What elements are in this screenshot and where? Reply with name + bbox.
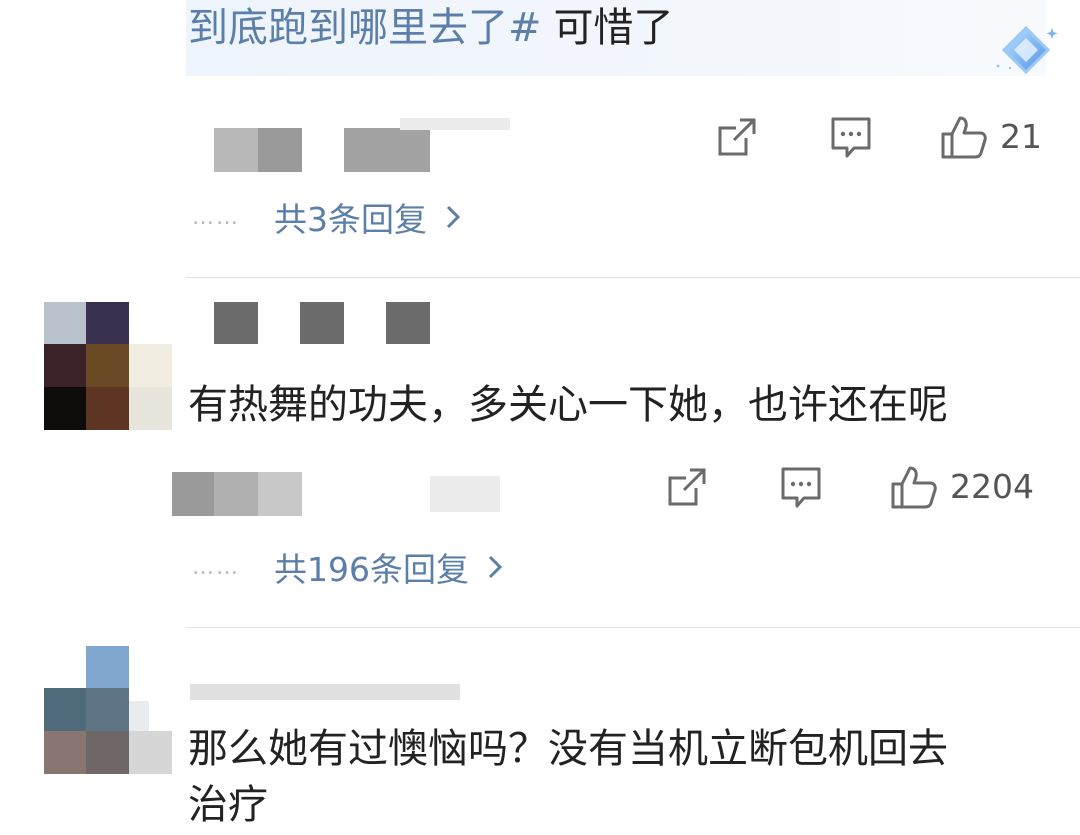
author-name-mosaic [190,684,460,700]
comment-divider [186,627,1080,628]
replies-label: 共3条回复 [274,200,427,239]
view-replies-link[interactable]: …… 共196条回复 [192,543,503,591]
replies-dots: …… [192,204,240,230]
share-button[interactable] [666,466,708,508]
like-count: 21 [1000,117,1042,156]
comment-button[interactable] [780,466,822,510]
comment-text: 有热舞的功夫，多关心一下她，也许还在呢 [188,382,948,428]
author-name-mosaic [214,302,258,344]
comment-icon [781,467,821,508]
share-button[interactable] [716,116,758,158]
comment-text-rest: 可惜了 [553,5,674,51]
diamond-badge-icon [996,25,1058,75]
comment-meta-mosaic [172,472,214,516]
comment-meta-mosaic [214,472,258,516]
author-name-mosaic [386,302,430,344]
view-replies-link[interactable]: …… 共3条回复 [192,193,461,241]
author-name-mosaic [344,128,430,172]
topic-link[interactable]: 到底跑到哪里去了# [188,5,542,51]
like-count: 2204 [950,467,1034,506]
like-button[interactable]: 2204 [890,464,1034,510]
comment-text-line2: 治疗 [188,782,268,828]
replies-dots: …… [192,554,240,580]
comment-meta-mosaic [430,476,500,512]
chevron-right-icon [446,205,461,229]
thumbs-up-icon [941,116,987,159]
share-icon [718,118,756,156]
chevron-right-icon [488,555,503,579]
author-name-mosaic [400,118,510,130]
comment-meta-mosaic [258,472,302,516]
author-name-mosaic [300,302,344,344]
like-button[interactable]: 21 [940,114,1042,160]
thumbs-up-icon [891,466,937,509]
comment-text-line1: 那么她有过懊恼吗？没有当机立断包机回去 [188,726,948,772]
comment-text: 到底跑到哪里去了# 可惜了 [188,2,674,54]
comment-button[interactable] [830,116,872,160]
avatar[interactable] [44,646,172,774]
avatar[interactable] [44,302,172,430]
replies-label: 共196条回复 [274,550,469,589]
author-name-mosaic [214,128,258,172]
share-icon [668,468,706,506]
comment-divider [186,277,1080,278]
author-name-mosaic [258,128,302,172]
comment-icon [831,117,871,158]
